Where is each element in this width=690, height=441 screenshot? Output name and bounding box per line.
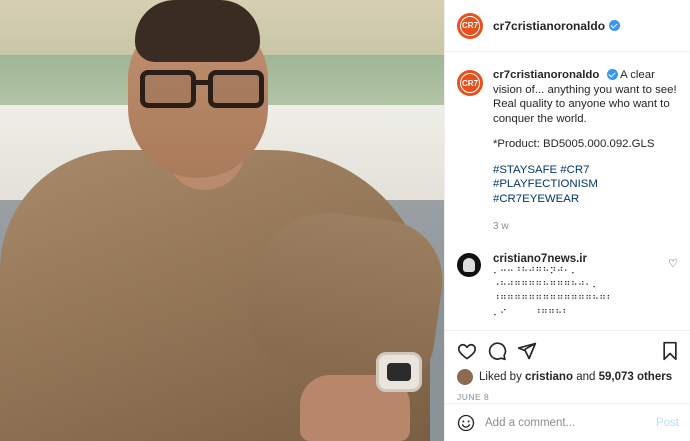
avatar-logo-text: CR7 — [460, 15, 480, 36]
post-photo[interactable] — [0, 0, 444, 441]
caption-line2: Real quality to anyone who want to conqu… — [493, 98, 670, 125]
likes-count[interactable]: 59,073 others — [599, 371, 673, 383]
like-heart-icon[interactable] — [457, 341, 477, 361]
liked-by-label: Liked by — [479, 371, 522, 383]
photo-eyeglasses — [140, 70, 268, 112]
liked-by-user[interactable]: cristiano — [525, 371, 573, 383]
comment-input[interactable]: Add a comment... — [485, 417, 575, 429]
comment-bubble-icon[interactable] — [487, 341, 507, 361]
post-comment-button[interactable]: Post — [656, 417, 679, 429]
liked-and-label: and — [576, 371, 596, 383]
caption-product: *Product: BD5005.000.092.GLS — [493, 138, 655, 150]
verified-badge-icon — [609, 20, 621, 31]
avatar-logo-text: CR7 — [460, 73, 480, 93]
comment-text-line: ⠐⠓⠚⠛⠛⠛⠛⠓⠛⠛⠛⠓⠚⠂⠄ — [493, 280, 600, 291]
comment-text-line: ⠘⠛⠛⠛⠛⠛⠛⠛⠛⠛⠛⠛⠛⠛⠓⠛⠃ — [493, 294, 614, 305]
likes-summary: Liked by cristiano and 59,073 others — [457, 369, 679, 385]
comment-text-line: ⠄⠊ ⠘⠛⠛⠓⠃ — [493, 308, 570, 319]
comment-item: cristiano7news.ir ⠄⠒⠒⠘⠓⠚⠛⠓⠝⠚⠂⠄ ⠐⠓⠚⠛⠛⠛⠛⠓⠛… — [445, 235, 690, 321]
bookmark-save-icon[interactable] — [661, 341, 679, 361]
photo-hair — [135, 0, 260, 62]
avatar[interactable] — [457, 252, 481, 277]
photo-watch — [376, 352, 422, 392]
emoji-smiley-icon[interactable] — [457, 414, 475, 432]
post-side-panel: CR7 cr7cristianoronaldo CR7 cr7cristiano… — [444, 0, 690, 441]
post-date[interactable]: JUNE 8 — [457, 392, 679, 402]
avatar[interactable]: CR7 — [457, 12, 483, 39]
share-send-icon[interactable] — [517, 341, 537, 361]
comment-username[interactable]: cristiano7news.ir — [493, 253, 614, 265]
post-view: CR7 cr7cristianoronaldo CR7 cr7cristiano… — [0, 0, 690, 441]
avatar[interactable]: CR7 — [457, 70, 483, 96]
post-time[interactable]: 3 w — [493, 220, 678, 235]
post-header: CR7 cr7cristianoronaldo — [445, 0, 690, 52]
header-username[interactable]: cr7cristianoronaldo — [493, 19, 605, 33]
post-actions: Liked by cristiano and 59,073 others JUN… — [445, 330, 690, 402]
avatar[interactable] — [457, 369, 473, 385]
verified-badge-icon — [606, 69, 618, 81]
add-comment-bar: Add a comment... Post — [445, 403, 690, 441]
caption-hashtags[interactable]: #STAYSAFE #CR7 #PLAYFECTIONISM #CR7EYEWE… — [493, 163, 678, 207]
comment-like-heart-icon[interactable]: ♡ — [668, 257, 678, 270]
comment-text-line: ⠄⠒⠒⠘⠓⠚⠛⠓⠝⠚⠂⠄ — [493, 266, 579, 277]
post-caption: CR7 cr7cristianoronaldo A clear vision o… — [445, 52, 690, 235]
caption-username[interactable]: cr7cristianoronaldo — [493, 69, 599, 81]
